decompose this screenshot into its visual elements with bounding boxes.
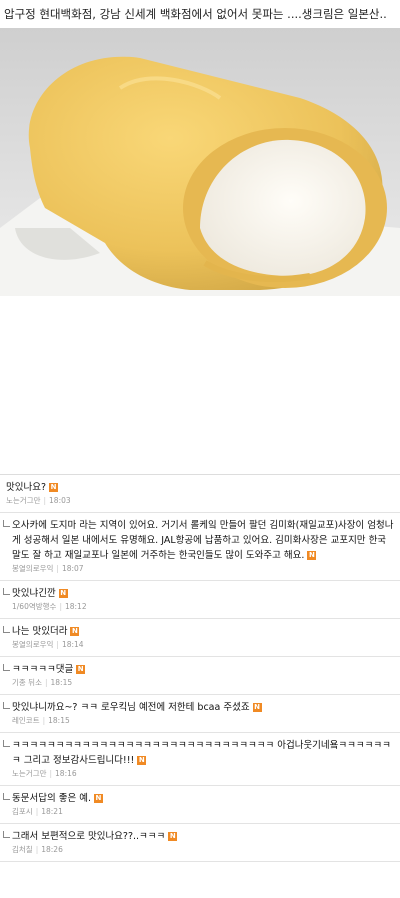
comment-author[interactable]: 노는거그만 [12,769,47,778]
comment-time: 18:15 [50,678,73,687]
comment-item: 나는 맛있더라 N 봉열의로우익 | 18:14 [0,619,400,657]
new-badge-icon: N [58,589,68,598]
comment-author[interactable]: 노는거그만 [6,496,41,505]
comment-time: 18:26 [41,845,63,854]
reply-arrow-icon [3,793,10,800]
comment-item: 오사카에 도지마 라는 지역이 있어요. 거기서 롤케잌 만들어 팔던 김미화(… [0,513,400,581]
comment-author[interactable]: 기종 뒤소 [12,678,42,687]
reply-arrow-icon [3,702,10,709]
comment-author[interactable]: 1/60역방행수 [12,602,56,611]
new-badge-icon: N [252,703,262,712]
comment-item: 그래서 보편적으로 맛있나요??..ㅋㅋㅋ N 김처칠 | 18:26 [0,824,400,862]
new-badge-icon: N [168,832,178,841]
comment-time: 18:21 [41,807,63,816]
comment-time: 18:12 [64,602,87,611]
new-badge-icon: N [307,551,317,560]
comment-author[interactable]: 봉열의로우익 [12,564,53,573]
comment-text: 나는 맛있더라 [12,626,68,637]
article-title: 압구정 현대백화점, 강남 신세계 백화점에서 없어서 못파는 ....생크림은… [4,7,387,21]
comment-time: 18:14 [61,640,84,649]
comment-author[interactable]: 봉열의로우익 [12,640,53,649]
comment-text: 동문서답의 좋은 예. [12,793,91,804]
comment-text: 맛있냐긴깐 [12,588,56,599]
new-badge-icon: N [70,627,80,636]
comment-author[interactable]: 레인코트 [12,716,40,725]
comment-text: 맛있나요? [6,482,47,493]
comment-text: ㅋㅋㅋㅋㅋ댓글 [12,664,74,675]
reply-arrow-icon [3,740,10,747]
comment-author[interactable]: 김처칠 [12,845,33,854]
comment-text: 맛있냐니까요~? ㅋㅋ 로우킥님 예전에 저한테 bcaa 주셨죠 [12,702,250,713]
reply-arrow-icon [3,831,10,838]
comment-author[interactable]: 김포시 [12,807,33,816]
comment-item: 동문서답의 좋은 예. N 김포시 | 18:21 [0,786,400,824]
comment-item: ㅋㅋㅋㅋㅋㅋㅋㅋㅋㅋㅋㅋㅋㅋㅋㅋㅋㅋㅋㅋㅋㅋㅋㅋㅋㅋㅋㅋㅋㅋ 아겁나웃기네욬ㅋㅋ… [0,733,400,786]
comment-time: 18:07 [61,564,84,573]
comment-item: 맛있나요? N 노는거그만 | 18:03 [0,475,400,513]
comment-text: 그래서 보편적으로 맛있나요??..ㅋㅋㅋ [12,831,166,842]
roll-cake-photo [0,28,400,296]
comment-time: 18:16 [55,769,77,778]
comment-item: ㅋㅋㅋㅋㅋ댓글 N 기종 뒤소 | 18:15 [0,657,400,695]
comment-item: 맛있냐니까요~? ㅋㅋ 로우킥님 예전에 저한테 bcaa 주셨죠 N 레인코트 |… [0,695,400,733]
comment-text: 오사카에 도지마 라는 지역이 있어요. 거기서 롤케잌 만들어 팔던 김미화(… [12,520,394,561]
comment-text: ㅋㅋㅋㅋㅋㅋㅋㅋㅋㅋㅋㅋㅋㅋㅋㅋㅋㅋㅋㅋㅋㅋㅋㅋㅋㅋㅋㅋㅋㅋ 아겁나웃기네욬ㅋㅋ… [12,740,391,766]
comment-list: 맛있나요? N 노는거그만 | 18:03 오사카에 도지마 라는 지역이 있어요. … [0,474,400,862]
new-badge-icon: N [137,756,147,765]
comment-item: 맛있냐긴깐 N 1/60역방행수 | 18:12 [0,581,400,619]
comment-time: 18:03 [49,496,71,505]
reply-arrow-icon [3,664,10,671]
reply-arrow-icon [3,626,10,633]
reply-arrow-icon [3,520,10,527]
new-badge-icon: N [49,483,59,492]
reply-arrow-icon [3,588,10,595]
new-badge-icon: N [76,665,86,674]
new-badge-icon: N [93,794,103,803]
comment-time: 18:15 [48,716,70,725]
